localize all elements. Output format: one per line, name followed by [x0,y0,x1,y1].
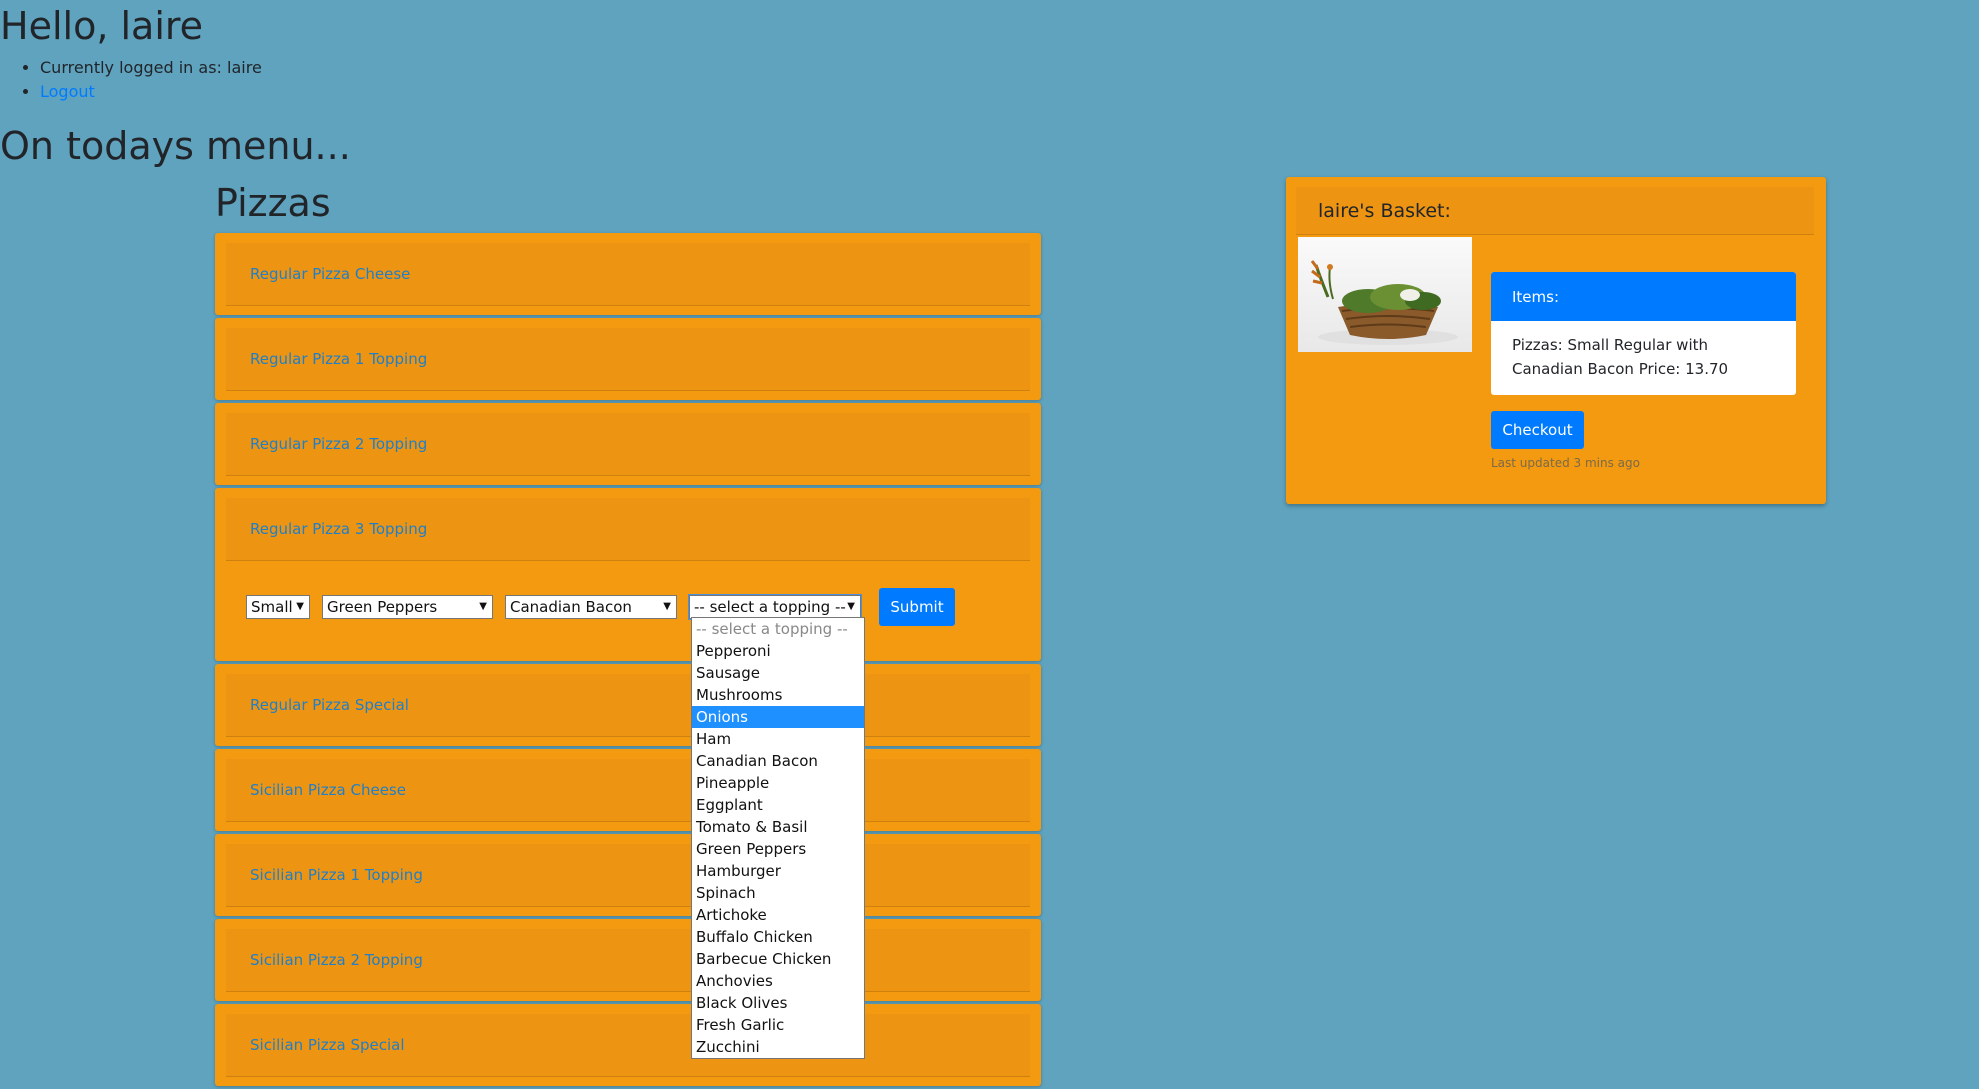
dropdown-arrow-icon: ▼ [847,600,855,612]
dropdown-arrow-icon: ▼ [479,600,487,612]
pizza-link-sicilian-special[interactable]: Sicilian Pizza Special [250,1036,405,1054]
menu-heading: On todays menu... [0,124,351,168]
topping-1-select[interactable]: Green Peppers ▼ [322,594,493,619]
topping-dropdown-list: -- select a topping -- Pepperoni Sausage… [691,617,865,1059]
user-info-list: Currently logged in as: laire Logout [0,56,262,104]
dropdown-option[interactable]: Spinach [692,882,864,904]
dropdown-option[interactable]: Tomato & Basil [692,816,864,838]
dropdown-option[interactable]: Ham [692,728,864,750]
pizza-card-header: Sicilian Pizza Special [226,1014,1030,1077]
pizza-link-regular-3-topping[interactable]: Regular Pizza 3 Topping [250,520,427,538]
checkout-button[interactable]: Checkout [1491,411,1584,449]
dropdown-option[interactable]: Green Peppers [692,838,864,860]
topping-1-value: Green Peppers [327,597,438,616]
pizza-link-sicilian-cheese[interactable]: Sicilian Pizza Cheese [250,781,406,799]
pizza-link-regular-special[interactable]: Regular Pizza Special [250,696,409,714]
items-panel: Items: Pizzas: Small Regular with Canadi… [1491,272,1796,395]
dropdown-option[interactable]: Hamburger [692,860,864,882]
size-select-value: Small [251,597,293,616]
pizza-link-regular-2-topping[interactable]: Regular Pizza 2 Topping [250,435,427,453]
dropdown-option[interactable]: Fresh Garlic [692,1014,864,1036]
pizza-card: Sicilian Pizza 2 Topping [215,919,1041,1001]
basket-illustration-icon [1310,260,1458,345]
logout-item: Logout [40,80,262,104]
basket-title: laire's Basket: [1296,187,1814,235]
pizza-card: Regular Pizza 1 Topping [215,318,1041,400]
dropdown-option[interactable]: Sausage [692,662,864,684]
dropdown-option[interactable]: Anchovies [692,970,864,992]
pizza-card-header: Regular Pizza Cheese [226,243,1030,306]
pizza-card-header: Regular Pizza 1 Topping [226,328,1030,391]
pizza-link-sicilian-1-topping[interactable]: Sicilian Pizza 1 Topping [250,866,423,884]
size-select[interactable]: Small ▼ [246,594,310,619]
submit-button[interactable]: Submit [879,587,955,626]
order-form: Small ▼ Green Peppers ▼ Canadian Bacon ▼… [226,561,1030,652]
pizza-card: Regular Pizza Cheese [215,233,1041,315]
topping-3-value: -- select a topping -- [694,597,846,616]
logged-in-text: Currently logged in as: laire [40,56,262,80]
pizza-card-expanded: Regular Pizza 3 Topping Small ▼ Green Pe… [215,488,1041,661]
pizza-card-header: Regular Pizza 3 Topping [226,498,1030,561]
dropdown-option[interactable]: Eggplant [692,794,864,816]
last-updated-text: Last updated 3 mins ago [1491,456,1640,470]
dropdown-arrow-icon: ▼ [663,600,671,612]
basket-image [1298,237,1472,352]
logout-link[interactable]: Logout [40,82,95,101]
pizza-card-header: Regular Pizza Special [226,674,1030,737]
pizza-card-header: Sicilian Pizza 1 Topping [226,844,1030,907]
pizza-link-sicilian-2-topping[interactable]: Sicilian Pizza 2 Topping [250,951,423,969]
dropdown-option-highlighted[interactable]: Onions [692,706,864,728]
pizza-card-header: Regular Pizza 2 Topping [226,413,1030,476]
dropdown-option[interactable]: Pepperoni [692,640,864,662]
dropdown-option[interactable]: Buffalo Chicken [692,926,864,948]
pizza-card-header: Sicilian Pizza 2 Topping [226,929,1030,992]
pizza-card: Sicilian Pizza 1 Topping [215,834,1041,916]
basket-item-text: Pizzas: Small Regular with Canadian Baco… [1512,336,1729,378]
pizza-card-header: Sicilian Pizza Cheese [226,759,1030,822]
items-header: Items: [1491,272,1796,321]
basket-card: laire's Basket: Items: Pizzas: Small Reg… [1286,177,1826,504]
pizza-link-regular-1-topping[interactable]: Regular Pizza 1 Topping [250,350,427,368]
dropdown-option[interactable]: Barbecue Chicken [692,948,864,970]
dropdown-arrow-icon: ▼ [296,600,304,612]
dropdown-option[interactable]: Canadian Bacon [692,750,864,772]
dropdown-option[interactable]: Black Olives [692,992,864,1014]
pizza-card: Sicilian Pizza Cheese [215,749,1041,831]
pizza-card: Regular Pizza Special [215,664,1041,746]
dropdown-option[interactable]: Pineapple [692,772,864,794]
dropdown-option-placeholder[interactable]: -- select a topping -- [692,618,864,640]
dropdown-option[interactable]: Artichoke [692,904,864,926]
dropdown-option[interactable]: Zucchini [692,1036,864,1058]
topping-3-select[interactable]: -- select a topping -- ▼ [688,593,862,620]
pizzas-section-title: Pizzas [215,181,331,225]
pizza-list: Regular Pizza Cheese Regular Pizza 1 Top… [215,233,1041,1089]
topping-2-select[interactable]: Canadian Bacon ▼ [505,594,677,619]
greeting-heading: Hello, laire [0,4,204,48]
topping-2-value: Canadian Bacon [510,597,632,616]
pizza-link-regular-cheese[interactable]: Regular Pizza Cheese [250,265,410,283]
pizza-card: Regular Pizza 2 Topping [215,403,1041,485]
dropdown-option[interactable]: Mushrooms [692,684,864,706]
